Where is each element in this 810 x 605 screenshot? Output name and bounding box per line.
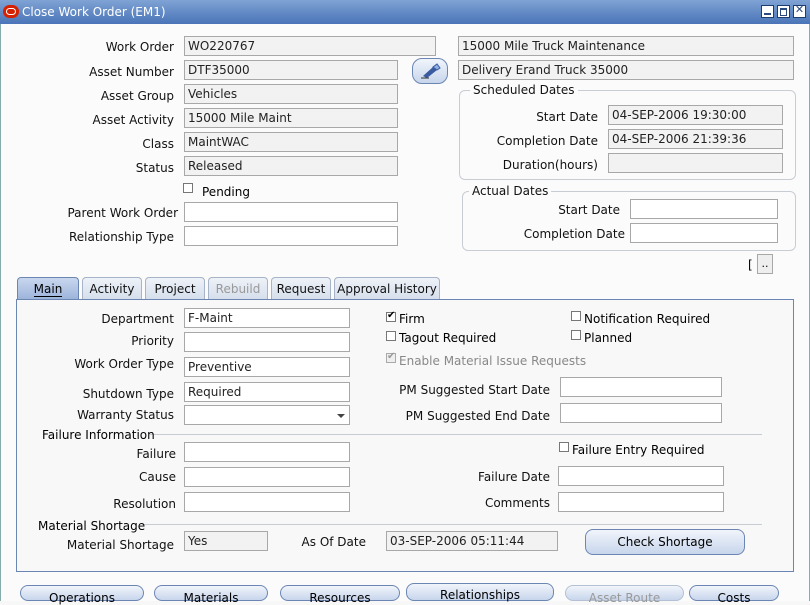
actual-start-field[interactable] xyxy=(630,199,778,219)
work-order-field[interactable]: WO220767 xyxy=(184,36,436,56)
class-label: Class xyxy=(142,137,174,151)
as-of-date-field[interactable]: 03-SEP-2006 05:11:44 xyxy=(386,531,558,551)
relationships-button[interactable]: Relationships xyxy=(406,583,554,602)
tab-approval-history[interactable]: Approval History xyxy=(334,277,440,299)
asset-description-field[interactable]: Delivery Erand Truck 35000 xyxy=(458,60,794,80)
tab-request[interactable]: Request xyxy=(271,277,331,299)
asset-group-field[interactable]: Vehicles xyxy=(184,84,398,104)
pm-start-label: PM Suggested Start Date xyxy=(399,383,550,397)
scheduled-completion-label: Completion Date xyxy=(496,134,598,148)
asset-number-field[interactable]: DTF35000 xyxy=(184,60,398,80)
failure-entry-required-checkbox[interactable] xyxy=(559,442,569,452)
asset-number-label: Asset Number xyxy=(89,65,174,79)
cause-field[interactable] xyxy=(184,467,350,487)
actual-completion-field[interactable] xyxy=(630,223,778,243)
minimize-icon[interactable] xyxy=(761,5,774,18)
parent-wo-field[interactable] xyxy=(184,202,398,222)
pm-end-field[interactable] xyxy=(560,403,722,423)
parent-wo-label: Parent Work Order xyxy=(67,206,178,220)
notification-checkbox[interactable] xyxy=(571,311,581,321)
shortage-separator xyxy=(142,524,762,525)
material-shortage-title: Material Shortage xyxy=(38,519,146,533)
costs-button[interactable]: Costs xyxy=(689,585,779,605)
comments-field[interactable] xyxy=(558,492,724,512)
wo-type-field[interactable]: Preventive xyxy=(184,357,350,377)
operations-button[interactable]: Operations xyxy=(20,585,144,605)
scheduled-start-field[interactable]: 04-SEP-2006 19:30:00 xyxy=(608,105,783,125)
warranty-status-label: Warranty Status xyxy=(77,408,174,422)
comments-label: Comments xyxy=(484,496,550,510)
resolution-label: Resolution xyxy=(113,497,176,511)
chevron-down-icon xyxy=(337,414,345,418)
window-title: Close Work Order (EM1) xyxy=(22,5,166,19)
class-field[interactable]: MaintWAC xyxy=(184,132,398,152)
pending-checkbox[interactable] xyxy=(183,183,193,193)
scheduled-start-label: Start Date xyxy=(536,110,598,124)
warranty-status-select[interactable] xyxy=(184,405,350,425)
actual-start-label: Start Date xyxy=(558,203,620,217)
failure-label: Failure xyxy=(136,447,176,461)
actual-dates-title: Actual Dates xyxy=(469,184,552,198)
tab-activity[interactable]: Activity xyxy=(82,277,142,299)
pm-start-field[interactable] xyxy=(560,377,722,397)
status-label: Status xyxy=(135,161,174,175)
department-label: Department xyxy=(101,312,174,326)
resolution-field[interactable] xyxy=(184,492,350,512)
tab-rebuild: Rebuild xyxy=(208,277,268,299)
failure-entry-required-label: Failure Entry Required xyxy=(572,443,705,457)
tagout-label: Tagout Required xyxy=(399,331,497,345)
maximize-icon[interactable] xyxy=(777,5,790,18)
material-issue-checkbox xyxy=(386,351,396,363)
flashlight-icon[interactable] xyxy=(412,58,448,84)
failure-field[interactable] xyxy=(184,442,350,462)
relationship-type-field[interactable] xyxy=(184,226,398,246)
close-icon[interactable]: ✕ xyxy=(793,4,806,18)
status-field[interactable]: Released xyxy=(184,156,398,176)
materials-button[interactable]: Materials xyxy=(154,585,268,605)
pm-end-label: PM Suggested End Date xyxy=(405,409,550,423)
bracket-label: [ xyxy=(748,258,753,272)
scheduled-dates-title: Scheduled Dates xyxy=(470,83,578,97)
wo-type-label: Work Order Type xyxy=(74,357,174,371)
wo-description-field[interactable]: 15000 Mile Truck Maintenance xyxy=(458,36,794,56)
failure-date-label: Failure Date xyxy=(478,470,550,484)
failure-date-field[interactable] xyxy=(558,466,724,486)
asset-activity-field[interactable]: 15000 Mile Maint xyxy=(184,108,398,128)
material-shortage-field[interactable]: Yes xyxy=(184,531,268,551)
failure-separator xyxy=(150,434,762,435)
tab-main[interactable]: Main xyxy=(17,277,79,300)
pending-label: Pending xyxy=(202,185,250,199)
descriptive-flexfield-button[interactable]: .. xyxy=(757,254,773,274)
asset-group-label: Asset Group xyxy=(100,89,174,103)
department-field[interactable]: F-Maint xyxy=(184,308,350,328)
check-shortage-button[interactable]: Check Shortage xyxy=(585,529,745,555)
resources-button[interactable]: Resources xyxy=(280,585,400,605)
firm-label: Firm xyxy=(399,312,425,326)
firm-checkbox[interactable] xyxy=(386,310,396,322)
tab-project[interactable]: Project xyxy=(145,277,205,299)
shutdown-type-field[interactable]: Required xyxy=(184,382,350,402)
as-of-date-label: As Of Date xyxy=(301,535,366,549)
relationship-type-label: Relationship Type xyxy=(68,230,174,244)
work-order-label: Work Order xyxy=(105,40,174,54)
duration-label: Duration(hours) xyxy=(502,158,598,172)
scheduled-completion-field[interactable]: 04-SEP-2006 21:39:36 xyxy=(608,129,783,149)
planned-checkbox[interactable] xyxy=(571,330,581,340)
oracle-logo-icon xyxy=(3,5,19,18)
shutdown-type-label: Shutdown Type xyxy=(82,387,174,401)
failure-info-title: Failure Information xyxy=(42,428,155,442)
asset-activity-label: Asset Activity xyxy=(92,113,175,127)
asset-route-button: Asset Route xyxy=(565,585,684,605)
priority-label: Priority xyxy=(131,334,174,348)
material-issue-label: Enable Material Issue Requests xyxy=(399,354,587,368)
material-shortage-label: Material Shortage xyxy=(66,538,174,552)
planned-label: Planned xyxy=(584,331,633,345)
notification-label: Notification Required xyxy=(584,312,711,326)
tagout-checkbox[interactable] xyxy=(386,331,396,341)
priority-field[interactable] xyxy=(184,332,350,352)
actual-completion-label: Completion Date xyxy=(523,227,625,241)
duration-field[interactable] xyxy=(608,153,783,173)
cause-label: Cause xyxy=(139,470,176,484)
